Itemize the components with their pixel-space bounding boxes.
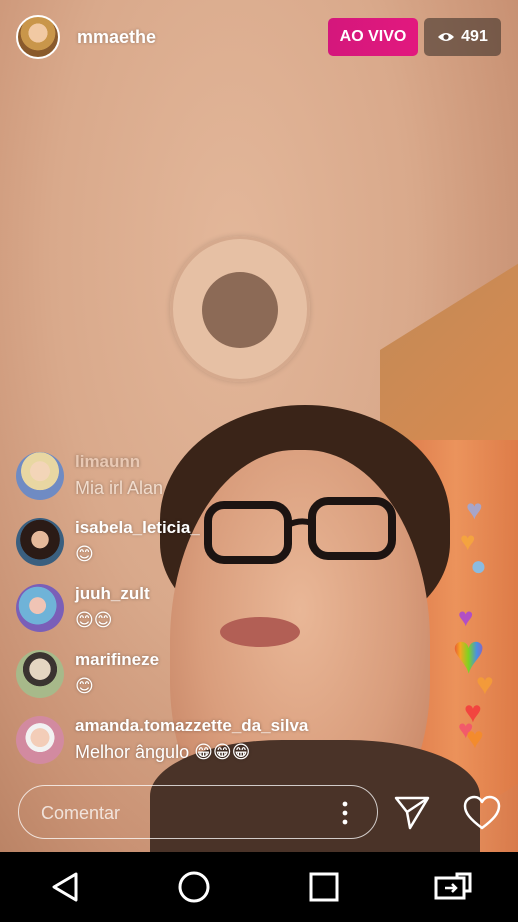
comment-text: 😊 bbox=[75, 676, 94, 696]
avatar[interactable] bbox=[16, 584, 64, 632]
comment-text: 😊😊 bbox=[75, 610, 113, 630]
live-video[interactable]: mmaethe AO VIVO 491 limaunn Mia irl Alan… bbox=[0, 0, 518, 852]
send-icon[interactable] bbox=[392, 792, 432, 832]
ceiling-light bbox=[170, 236, 310, 382]
comment-username[interactable]: marifineze bbox=[75, 650, 159, 670]
comment-text: 😊 bbox=[75, 544, 94, 564]
host-username[interactable]: mmaethe bbox=[77, 27, 156, 48]
comment-username[interactable]: isabela_leticia_ bbox=[75, 518, 200, 538]
avatar[interactable] bbox=[16, 452, 64, 500]
heart-icon: ♥ bbox=[466, 494, 483, 525]
comment-text: Melhor ângulo 😁😁😁 bbox=[75, 742, 251, 762]
comment-text: Mia irl Alan bbox=[75, 478, 164, 498]
comment-username[interactable]: limaunn bbox=[75, 452, 140, 472]
eye-icon bbox=[438, 33, 455, 41]
back-triangle-icon bbox=[52, 872, 78, 902]
live-badge: AO VIVO bbox=[328, 18, 418, 56]
comment-box[interactable] bbox=[18, 785, 378, 839]
live-header: mmaethe AO VIVO 491 bbox=[0, 0, 518, 80]
heart-outline-icon[interactable] bbox=[462, 794, 502, 832]
host-avatar[interactable] bbox=[16, 15, 60, 59]
more-vertical-icon[interactable] bbox=[339, 800, 351, 826]
back-button[interactable] bbox=[35, 857, 95, 917]
glasses bbox=[204, 497, 396, 564]
person-mouth bbox=[220, 617, 300, 647]
comment-username[interactable]: juuh_zult bbox=[75, 584, 150, 604]
avatar[interactable] bbox=[16, 650, 64, 698]
bear-icon: ● bbox=[470, 550, 487, 581]
recents-square-icon bbox=[309, 872, 339, 902]
heart-icon: ♥ bbox=[466, 722, 484, 755]
switch-apps-icon bbox=[434, 872, 472, 900]
viewer-count-badge[interactable]: 491 bbox=[424, 18, 501, 56]
avatar[interactable] bbox=[16, 716, 64, 764]
home-circle-icon bbox=[178, 871, 210, 903]
avatar[interactable] bbox=[16, 518, 64, 566]
system-nav-bar bbox=[0, 852, 518, 922]
home-button[interactable] bbox=[164, 857, 224, 917]
comment-input[interactable] bbox=[39, 798, 323, 828]
comment-username[interactable]: amanda.tomazzette_da_silva bbox=[75, 716, 308, 736]
recents-button[interactable] bbox=[294, 857, 354, 917]
switch-apps-button[interactable] bbox=[423, 857, 483, 917]
viewer-count: 491 bbox=[461, 28, 488, 45]
